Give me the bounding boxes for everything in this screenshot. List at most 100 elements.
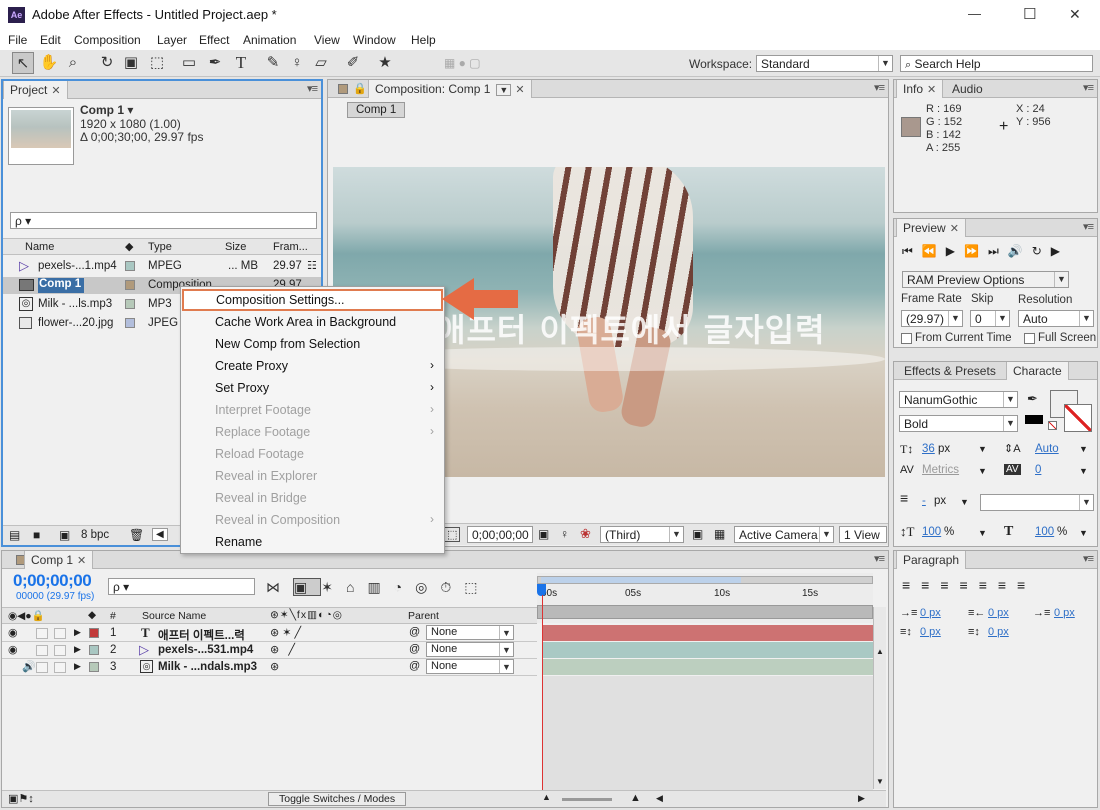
layer-name[interactable]: 애프터 이펙트...력 — [158, 627, 245, 643]
menu-item-cache-work-area[interactable]: Cache Work Area in Background — [181, 311, 444, 333]
space-after-value[interactable]: 0 px — [988, 626, 1009, 638]
layer-switches[interactable]: ⊛ ╱ — [270, 643, 295, 656]
resolution-preview-dropdown[interactable]: Auto ▼ — [1018, 310, 1094, 327]
layer-name[interactable]: pexels-...531.mp4 — [158, 644, 253, 656]
chevron-down-icon[interactable]: ▼ — [1079, 444, 1088, 454]
loop-icon[interactable]: ↻ — [1032, 244, 1051, 258]
scroll-up-icon[interactable]: ▲ — [876, 647, 884, 656]
panel-menu-icon[interactable]: ▾≡ — [1083, 81, 1094, 94]
parent-dropdown[interactable]: None ▼ — [426, 625, 514, 640]
expand-arrow-icon[interactable]: ▶ — [74, 644, 81, 655]
justify-right-icon[interactable]: ≡ — [998, 577, 1017, 593]
draft-3d-icon[interactable]: ✶ — [321, 579, 346, 595]
tab-audio[interactable]: Audio — [946, 80, 989, 98]
skip-dropdown[interactable]: 0 ▼ — [970, 310, 1010, 327]
chevron-down-icon[interactable]: ▼ — [496, 84, 512, 96]
frame-blending-icon[interactable]: ▥ — [367, 579, 393, 595]
work-area-range[interactable] — [541, 577, 741, 583]
font-size-value[interactable]: 36 — [922, 443, 935, 455]
tab-timeline-comp[interactable]: Comp 1 ✕ — [24, 551, 94, 569]
bit-depth[interactable]: 8 bpc — [81, 529, 109, 541]
kerning-value[interactable]: Metrics — [922, 464, 959, 476]
comp-mini-flowchart-icon[interactable]: ⋈ — [266, 579, 293, 595]
timeline-scrollbar[interactable]: ▲ ▼ — [873, 607, 886, 789]
transparency-grid-icon[interactable]: ▦ — [714, 527, 725, 541]
tab-project[interactable]: Project ✕ — [3, 81, 68, 99]
scroll-right-icon[interactable]: ▶ — [858, 793, 865, 804]
selection-tool-icon[interactable]: ↖ — [12, 52, 34, 74]
brainstorm-icon[interactable]: ⬚ — [464, 579, 490, 595]
trash-icon[interactable]: 🗑 — [129, 528, 144, 542]
menu-item-new-comp-from-selection[interactable]: New Comp from Selection — [181, 333, 444, 355]
menu-help[interactable]: Help — [411, 33, 436, 47]
rectangle-tool-icon[interactable]: ▭ — [178, 52, 200, 74]
region-of-interest-icon[interactable]: ▣ — [692, 527, 703, 541]
audio-switch[interactable] — [36, 628, 48, 639]
play-icon[interactable]: ▶ — [946, 244, 964, 258]
zoom-tool-icon[interactable]: ⌕ — [62, 52, 84, 74]
motion-blur-icon[interactable]: ◔ — [394, 579, 415, 595]
menu-composition[interactable]: Composition — [74, 33, 141, 47]
from-current-time-checkbox[interactable] — [901, 333, 912, 344]
justify-left-icon[interactable]: ≡ — [960, 577, 979, 593]
col-type[interactable]: Type — [148, 241, 172, 253]
panel-menu-icon[interactable]: ▾≡ — [874, 81, 885, 94]
chevron-down-icon[interactable]: ▼ — [960, 497, 969, 507]
stopwatch-icon[interactable]: ⏱ — [440, 579, 464, 595]
layer-label-swatch[interactable] — [89, 645, 99, 655]
close-icon[interactable]: ✕ — [927, 84, 936, 96]
project-search-input[interactable]: ρ ▾ — [10, 212, 317, 229]
lock-switch[interactable] — [54, 662, 66, 673]
tab-composition[interactable]: Composition: Comp 1 ▼ ✕ — [368, 80, 532, 98]
menu-layer[interactable]: Layer — [157, 33, 187, 47]
snapshot-icon[interactable]: ▣ — [538, 527, 549, 541]
interpret-footage-icon[interactable]: ▤ — [9, 528, 20, 542]
panel-menu-icon[interactable]: ▾≡ — [874, 552, 885, 565]
expand-arrow-icon[interactable]: ▶ — [74, 661, 81, 672]
footer-icons[interactable]: ▣⚑↕ — [8, 792, 34, 805]
panel-menu-icon[interactable]: ▾≡ — [307, 82, 318, 95]
menu-view[interactable]: View — [314, 33, 340, 47]
type-tool-icon[interactable]: T — [230, 52, 252, 74]
graph-editor-icon[interactable]: ◎ — [415, 579, 440, 595]
parent-dropdown[interactable]: None ▼ — [426, 659, 514, 674]
expand-arrow-icon[interactable]: ▶ — [74, 627, 81, 638]
flowchart-icon[interactable]: ☷ — [307, 259, 317, 272]
channel-icon[interactable]: ❀ — [580, 526, 591, 542]
first-line-indent-value[interactable]: 0 px — [1054, 607, 1075, 619]
hand-tool-icon[interactable]: ✋ — [38, 52, 60, 74]
chevron-down-icon[interactable]: ▼ — [978, 528, 987, 538]
lock-switch[interactable] — [54, 628, 66, 639]
camera-dropdown[interactable]: Active Camera ▼ — [734, 526, 834, 543]
comp-breadcrumb[interactable]: Comp 1 — [347, 102, 406, 118]
zoom-out-icon[interactable]: ▲ — [542, 792, 551, 802]
audio-toggle-icon[interactable]: 🔊 — [1008, 244, 1032, 258]
comp-timecode[interactable]: 0;00;00;00 — [467, 526, 533, 543]
tab-preview[interactable]: Preview ✕ — [896, 219, 966, 237]
table-row[interactable]: ◉ ▶ 2 ▷ pexels-...531.mp4 ⊛ ╱ @ None ▼ — [2, 642, 537, 659]
chevron-down-icon[interactable]: ▼ — [978, 444, 987, 454]
close-icon[interactable]: ✕ — [77, 555, 86, 567]
hide-shy-icon[interactable]: ⌂ — [346, 579, 367, 595]
chevron-down-icon[interactable]: ▼ — [1079, 528, 1088, 538]
layer-bar[interactable] — [543, 659, 873, 675]
justify-all-icon[interactable]: ≡ — [1017, 577, 1036, 593]
brush-tool-icon[interactable]: ✎ — [262, 52, 284, 74]
ram-preview-options-dropdown[interactable]: RAM Preview Options ▼ — [902, 271, 1069, 288]
table-row[interactable]: ◉ ▶ 1 T 애프터 이펙트...력 ⊛ ✶ ╱ @ None ▼ — [2, 625, 537, 642]
scroll-down-icon[interactable]: ▼ — [876, 777, 884, 786]
ram-preview-icon[interactable]: ▶ — [1051, 244, 1069, 258]
menu-animation[interactable]: Animation — [243, 33, 296, 47]
stroke-width-value[interactable]: - — [922, 495, 926, 507]
zoom-slider[interactable] — [562, 798, 612, 801]
lock-switch[interactable] — [54, 645, 66, 656]
pan-behind-tool-icon[interactable]: ⬚ — [146, 52, 168, 74]
table-row[interactable]: 🔊 ▶ 3 ◎ Milk - ...ndals.mp3 ⊛ @ None ▼ — [2, 659, 537, 676]
close-icon[interactable]: ✕ — [950, 223, 959, 235]
font-family-dropdown[interactable]: NanumGothic ▼ — [899, 391, 1018, 408]
parent-pickwhip-icon[interactable]: @ — [409, 643, 420, 655]
toggle-switches-button[interactable]: Toggle Switches / Modes — [268, 792, 407, 806]
close-icon[interactable]: ✕ — [51, 85, 60, 97]
col-name[interactable]: Name — [25, 241, 54, 253]
timeline-timecode[interactable]: 0;00;00;00 — [13, 571, 92, 591]
